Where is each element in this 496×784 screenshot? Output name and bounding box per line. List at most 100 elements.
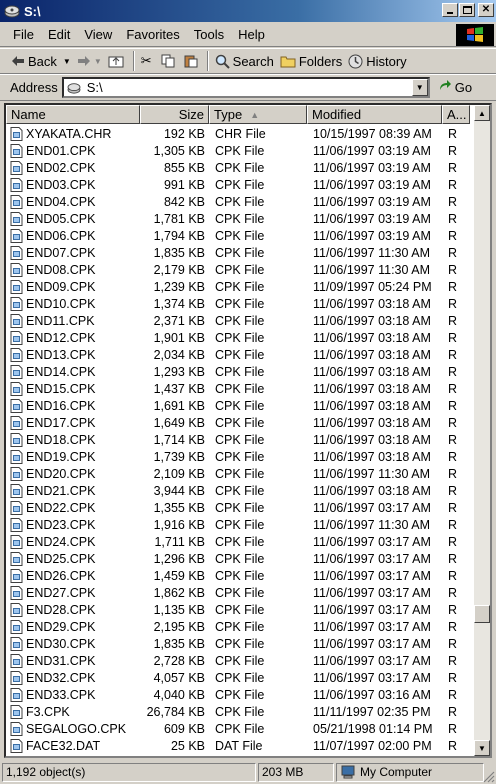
file-name-cell: END17.CPK — [6, 415, 140, 430]
column-header-name[interactable]: Name — [6, 105, 140, 124]
menu-view[interactable]: View — [77, 27, 119, 42]
forward-button[interactable]: ▼ — [74, 50, 105, 72]
go-button[interactable]: Go — [438, 80, 472, 95]
column-header-size[interactable]: Size — [140, 105, 209, 124]
file-name-cell: END20.CPK — [6, 466, 140, 481]
cut-button[interactable]: ✂ — [138, 50, 158, 72]
maximize-button[interactable] — [459, 3, 475, 17]
file-icon — [10, 381, 23, 396]
file-row[interactable]: END19.CPK 1,739 KB CPK File 11/06/1997 03:1… — [6, 448, 474, 465]
paste-button[interactable] — [181, 50, 204, 72]
file-row[interactable]: END04.CPK 842 KB CPK File 11/06/1997 03:19 … — [6, 193, 474, 210]
file-type: CPK File — [215, 636, 265, 651]
file-row[interactable]: END26.CPK 1,459 KB CPK File 11/06/1997 03:1… — [6, 567, 474, 584]
file-size: 1,296 KB — [153, 551, 205, 566]
file-row[interactable]: END01.CPK 1,305 KB CPK File 11/06/1997 03:1… — [6, 142, 474, 159]
file-modified: 05/21/1998 01:14 PM — [313, 721, 433, 736]
file-row[interactable]: END15.CPK 1,437 KB CPK File 11/06/1997 03:1… — [6, 380, 474, 397]
file-modified: 11/06/1997 03:18 AM — [313, 432, 431, 447]
menu-edit[interactable]: Edit — [41, 27, 77, 42]
file-row[interactable]: END08.CPK 2,179 KB CPK File 11/06/1997 11:3… — [6, 261, 474, 278]
file-icon — [10, 551, 23, 566]
file-name-cell: END27.CPK — [6, 585, 140, 600]
menu-file[interactable]: File — [6, 27, 41, 42]
file-row[interactable]: END14.CPK 1,293 KB CPK File 11/06/1997 03:1… — [6, 363, 474, 380]
file-name-cell: END19.CPK — [6, 449, 140, 464]
back-dropdown-icon[interactable]: ▼ — [63, 57, 71, 66]
resize-grip-icon[interactable] — [482, 770, 495, 783]
file-row[interactable]: END12.CPK 1,901 KB CPK File 11/06/1997 03:1… — [6, 329, 474, 346]
file-name-cell: F3.CPK — [6, 704, 140, 719]
file-row[interactable]: END13.CPK 2,034 KB CPK File 11/06/1997 03:1… — [6, 346, 474, 363]
file-row[interactable]: END30.CPK 1,835 KB CPK File 11/06/1997 03:1… — [6, 635, 474, 652]
file-row[interactable]: END24.CPK 1,711 KB CPK File 11/06/1997 03:1… — [6, 533, 474, 550]
file-row[interactable]: END20.CPK 2,109 KB CPK File 11/06/1997 11:3… — [6, 465, 474, 482]
file-row[interactable]: END23.CPK 1,916 KB CPK File 11/06/1997 11:3… — [6, 516, 474, 533]
file-modified: 11/06/1997 03:17 AM — [313, 500, 431, 515]
up-button[interactable] — [105, 50, 130, 72]
folders-button[interactable]: Folders — [277, 50, 345, 72]
file-row[interactable]: END05.CPK 1,781 KB CPK File 11/06/1997 03:1… — [6, 210, 474, 227]
file-row[interactable]: END27.CPK 1,862 KB CPK File 11/06/1997 03:1… — [6, 584, 474, 601]
file-size: 4,040 KB — [153, 687, 205, 702]
file-name-cell: END33.CPK — [6, 687, 140, 702]
status-location: My Computer — [336, 762, 484, 782]
file-name: END32.CPK — [26, 670, 96, 685]
scroll-up-button[interactable]: ▲ — [474, 105, 490, 121]
file-row[interactable]: END17.CPK 1,649 KB CPK File 11/06/1997 03:1… — [6, 414, 474, 431]
back-button[interactable]: Back ▼ — [8, 50, 74, 72]
history-button[interactable]: History — [345, 50, 409, 72]
close-icon: ✕ — [481, 4, 491, 15]
file-row[interactable]: SEGALOGO.CPK 609 KB CPK File 05/21/1998 01:… — [6, 720, 474, 737]
file-type: CPK File — [215, 296, 265, 311]
file-icon — [10, 670, 23, 685]
column-header-modified[interactable]: Modified — [307, 105, 442, 124]
file-modified: 11/06/1997 03:18 AM — [313, 449, 431, 464]
file-row[interactable]: END07.CPK 1,835 KB CPK File 11/06/1997 11:3… — [6, 244, 474, 261]
file-icon — [10, 279, 23, 294]
file-row[interactable]: END31.CPK 2,728 KB CPK File 11/06/1997 03:1… — [6, 652, 474, 669]
menu-tools[interactable]: Tools — [187, 27, 231, 42]
title-bar[interactable]: S:\ ✕ — [0, 0, 496, 22]
file-row[interactable]: F3.CPK 26,784 KB CPK File 11/11/1997 02:35 … — [6, 703, 474, 720]
file-row[interactable]: END16.CPK 1,691 KB CPK File 11/06/1997 03:1… — [6, 397, 474, 414]
file-row[interactable]: END18.CPK 1,714 KB CPK File 11/06/1997 03:1… — [6, 431, 474, 448]
copy-button[interactable] — [158, 50, 181, 72]
forward-dropdown-icon[interactable]: ▼ — [94, 57, 102, 66]
file-list-view[interactable]: Name Size Type ▲ Modified A... XYAKATA.C… — [4, 103, 492, 758]
file-row[interactable]: END28.CPK 1,135 KB CPK File 11/06/1997 03:1… — [6, 601, 474, 618]
close-button[interactable]: ✕ — [478, 3, 494, 17]
menu-help[interactable]: Help — [231, 27, 272, 42]
file-row[interactable]: XYAKATA.CHR 192 KB CHR File 10/15/1997 08:3… — [6, 125, 474, 142]
file-row[interactable]: END32.CPK 4,057 KB CPK File 11/06/1997 03:1… — [6, 669, 474, 686]
file-size: 1,305 KB — [153, 143, 205, 158]
address-dropdown-button[interactable]: ▼ — [411, 79, 428, 96]
file-row[interactable]: END29.CPK 2,195 KB CPK File 11/06/1997 03:1… — [6, 618, 474, 635]
scroll-thumb[interactable] — [474, 605, 490, 623]
address-input[interactable]: S:\ ▼ — [61, 77, 430, 98]
file-row[interactable]: END11.CPK 2,371 KB CPK File 11/06/1997 03:1… — [6, 312, 474, 329]
scroll-down-button[interactable]: ▼ — [474, 740, 490, 756]
file-row[interactable]: END02.CPK 855 KB CPK File 11/06/1997 03:19 … — [6, 159, 474, 176]
file-name: END29.CPK — [26, 619, 96, 634]
file-icon — [10, 602, 23, 617]
file-row[interactable]: FACE32.DAT 25 KB DAT File 11/07/1997 02:00 … — [6, 737, 474, 754]
file-type: CHR File — [215, 126, 266, 141]
minimize-button[interactable] — [442, 3, 458, 17]
file-row[interactable]: END25.CPK 1,296 KB CPK File 11/06/1997 03:1… — [6, 550, 474, 567]
file-row[interactable]: END22.CPK 1,355 KB CPK File 11/06/1997 03:1… — [6, 499, 474, 516]
file-size: 855 KB — [163, 160, 205, 175]
file-row[interactable]: END21.CPK 3,944 KB CPK File 11/06/1997 03:1… — [6, 482, 474, 499]
file-row[interactable]: END33.CPK 4,040 KB CPK File 11/06/1997 03:1… — [6, 686, 474, 703]
file-row[interactable]: END10.CPK 1,374 KB CPK File 11/06/1997 03:1… — [6, 295, 474, 312]
vertical-scrollbar[interactable]: ▲ ▼ — [474, 105, 490, 756]
search-button[interactable]: Search — [212, 50, 277, 72]
file-row[interactable]: END09.CPK 1,239 KB CPK File 11/09/1997 05:2… — [6, 278, 474, 295]
column-header-attributes[interactable]: A... — [442, 105, 470, 124]
menu-favorites[interactable]: Favorites — [119, 27, 186, 42]
file-name-cell: END07.CPK — [6, 245, 140, 260]
column-header-type[interactable]: Type ▲ — [209, 105, 307, 124]
file-modified: 11/06/1997 03:17 AM — [313, 602, 431, 617]
file-row[interactable]: END06.CPK 1,794 KB CPK File 11/06/1997 03:1… — [6, 227, 474, 244]
file-row[interactable]: END03.CPK 991 KB CPK File 11/06/1997 03:19 … — [6, 176, 474, 193]
